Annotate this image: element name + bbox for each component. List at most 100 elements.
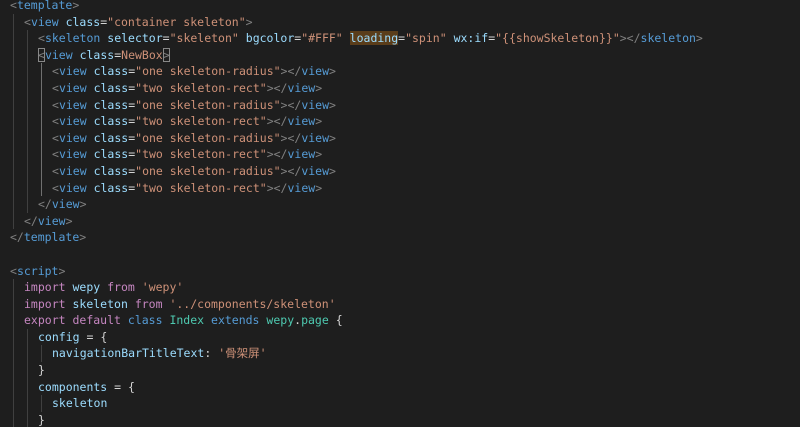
code-token: class [79,47,115,62]
code-token: "two skeleton-rect" [135,147,267,162]
code-token: skeleton [44,31,101,46]
code-token: = { [107,379,135,394]
code-token: = [162,31,170,46]
code-line[interactable]: </view> [0,212,800,230]
code-line[interactable]: <view class=NewBox> [0,46,800,64]
code-token: > [315,180,323,195]
code-token: > [79,230,87,245]
indent-guide [27,362,28,379]
code-token: < [52,130,59,145]
code-line[interactable]: <skeleton selector="skeleton" bgcolor="#… [0,30,800,47]
code-line[interactable]: <view class="one skeleton-radius"></view… [0,63,800,80]
code-token: view [301,130,330,145]
code-line[interactable]: <view class="two skeleton-rect"></view> [0,179,800,197]
code-token: } [38,363,45,378]
code-line[interactable]: <view class="one skeleton-radius"></view… [0,96,800,114]
code-token: view [58,97,87,112]
code-token: "one skeleton-radius" [135,130,281,145]
code-line[interactable]: <view class="two skeleton-rect"></view> [0,113,800,130]
code-editor[interactable]: <template> <view class="container skeleto… [0,0,800,427]
indent-guide [13,46,14,64]
code-token: 'wepy' [141,280,184,295]
code-line[interactable]: } [0,411,800,427]
code-token: class [93,97,129,112]
code-token: '骨架屏' [218,346,267,361]
code-token: > [315,114,323,129]
code-line[interactable]: <view class="two skeleton-rect"></view> [0,146,800,163]
code-token: class [93,163,129,178]
indent-guide [13,63,14,80]
code-line[interactable]: import wepy from 'wepy' [0,279,800,296]
code-token: ></ [266,180,288,195]
code-token: < [10,0,17,12]
code-token: ></ [280,130,302,145]
code-line[interactable]: <view class="one skeleton-radius"></view… [0,129,800,147]
code-line[interactable]: <script> [0,263,800,280]
code-line[interactable]: import skeleton from '../components/skel… [0,295,800,313]
code-token: extends [211,313,260,328]
code-token: < [52,180,59,195]
code-token: : [204,346,219,361]
code-line[interactable]: </view> [0,196,800,213]
indent-guide [13,162,14,180]
code-token: = { [79,329,108,344]
indent-guide [41,162,42,180]
code-line[interactable]: <view class="two skeleton-rect"></view> [0,79,800,97]
code-token: class [93,147,129,162]
code-token: "spin" [405,31,447,46]
code-token: view [301,97,330,112]
indent-guide [27,46,28,64]
indent-guide [13,113,14,130]
code-token: < [52,80,59,95]
code-token: class [93,130,129,145]
code-token: < [24,14,31,29]
indent-guide [41,179,42,197]
code-token: view [37,213,66,228]
indent-guide [13,196,14,213]
code-line[interactable] [0,246,800,263]
code-token: view [44,47,73,62]
code-line[interactable]: export default class Index extends wepy.… [0,312,800,329]
code-line[interactable]: <view class="container skeleton"> [0,13,800,31]
code-token: view [58,130,87,145]
code-token: > [329,64,336,79]
indent-guide [27,79,28,97]
code-line[interactable]: skeleton [0,395,800,412]
code-token: template [23,230,80,245]
code-line[interactable]: config = { [0,328,800,346]
code-token: view [58,147,87,162]
indent-guide [13,295,14,313]
code-line[interactable]: </template> [0,229,800,246]
code-line[interactable]: } [0,362,800,379]
code-token: NewBox [121,47,163,62]
code-line[interactable]: <view class="one skeleton-radius"></view… [0,162,800,180]
code-token: < [52,114,59,129]
indent-guide [27,196,28,213]
code-token: class [93,80,129,95]
code-token: view [58,80,87,95]
code-token: > [58,263,66,278]
indent-guide [13,395,14,412]
code-token: class [127,313,163,328]
code-token: > [329,97,336,112]
indent-guide [41,96,42,114]
code-token: "two skeleton-rect" [135,114,267,129]
code-line[interactable]: navigationBarTitleText: '骨架屏' [0,345,800,363]
code-token: view [287,180,316,195]
code-line[interactable]: components = { [0,378,800,396]
indent-guide [13,328,14,346]
code-token: navigationBarTitleText [52,346,205,361]
code-token: < [52,64,59,79]
code-token: skeleton [72,296,128,311]
indent-guide [27,395,28,412]
code-token: template [16,0,73,12]
code-line[interactable]: <template> [0,0,800,14]
